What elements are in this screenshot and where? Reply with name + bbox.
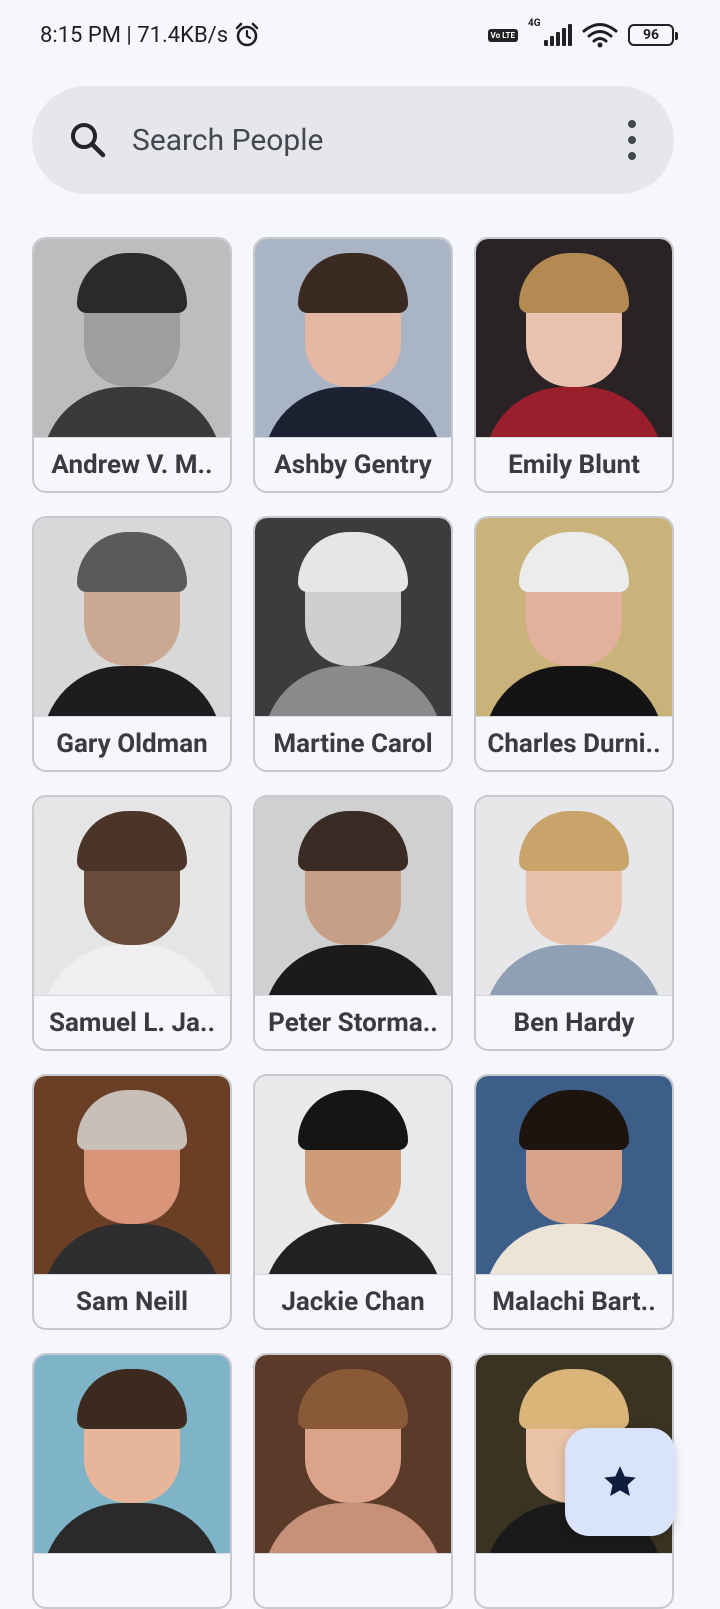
person-card[interactable] (32, 1353, 232, 1609)
wifi-icon (582, 23, 618, 48)
person-photo (255, 797, 451, 995)
search-bar[interactable]: Search People (32, 86, 674, 194)
person-name: Charles Durni.. (476, 716, 672, 770)
person-photo (34, 1076, 230, 1274)
person-name: Emily Blunt (476, 437, 672, 491)
people-grid: Andrew V. M.. Ashby Gentry Emily Blunt Gary… (32, 237, 674, 1609)
person-photo (476, 1076, 672, 1274)
person-name: Andrew V. M.. (34, 437, 230, 491)
person-name: Peter Storma.. (255, 995, 451, 1049)
person-photo (476, 518, 672, 716)
cell-signal-icon: 4G (528, 18, 572, 46)
person-name: Jackie Chan (255, 1274, 451, 1328)
person-name (476, 1553, 672, 1607)
status-left: 8:15 PM | 71.4KB/s (40, 22, 260, 48)
person-name: Martine Carol (255, 716, 451, 770)
person-photo (255, 1355, 451, 1553)
more-options-icon[interactable] (626, 120, 638, 160)
search-input[interactable]: Search People (132, 123, 626, 158)
favorites-button[interactable] (565, 1428, 675, 1536)
search-icon (71, 123, 106, 158)
person-card[interactable]: Charles Durni.. (474, 516, 674, 772)
person-photo (476, 239, 672, 437)
person-name (34, 1553, 230, 1607)
star-icon (604, 1466, 636, 1496)
person-name: Gary Oldman (34, 716, 230, 770)
status-right: Vo LTE 4G 96 (487, 18, 678, 48)
battery-level: 96 (642, 27, 660, 43)
status-time: 8:15 PM | 71.4KB/s (40, 22, 229, 48)
person-card[interactable]: Sam Neill (32, 1074, 232, 1330)
person-photo (34, 1355, 230, 1553)
person-photo (34, 239, 230, 437)
person-photo (255, 1076, 451, 1274)
person-photo (255, 239, 451, 437)
person-card[interactable] (253, 1353, 453, 1609)
person-card[interactable]: Ben Hardy (474, 795, 674, 1051)
person-name: Ashby Gentry (255, 437, 451, 491)
person-card[interactable]: Samuel L. Ja.. (32, 795, 232, 1051)
person-card[interactable]: Jackie Chan (253, 1074, 453, 1330)
person-card[interactable]: Emily Blunt (474, 237, 674, 493)
person-photo (255, 518, 451, 716)
person-name: Malachi Bart.. (476, 1274, 672, 1328)
person-card[interactable]: Malachi Bart.. (474, 1074, 674, 1330)
person-photo (34, 797, 230, 995)
alarm-icon (235, 22, 259, 47)
person-card[interactable]: Ashby Gentry (253, 237, 453, 493)
person-photo (34, 518, 230, 716)
person-name (255, 1553, 451, 1607)
person-name: Sam Neill (34, 1274, 230, 1328)
network-type: 4G (528, 18, 541, 29)
person-name: Ben Hardy (476, 995, 672, 1049)
volte-icon: Vo LTE (487, 28, 518, 42)
person-card[interactable]: Peter Storma.. (253, 795, 453, 1051)
person-card[interactable]: Martine Carol (253, 516, 453, 772)
person-card[interactable]: Gary Oldman (32, 516, 232, 772)
person-photo (476, 797, 672, 995)
person-card[interactable]: Andrew V. M.. (32, 237, 232, 493)
person-name: Samuel L. Ja.. (34, 995, 230, 1049)
battery-icon: 96 (628, 24, 678, 46)
status-bar: 8:15 PM | 71.4KB/s Vo LTE 4G 96 (0, 0, 720, 70)
